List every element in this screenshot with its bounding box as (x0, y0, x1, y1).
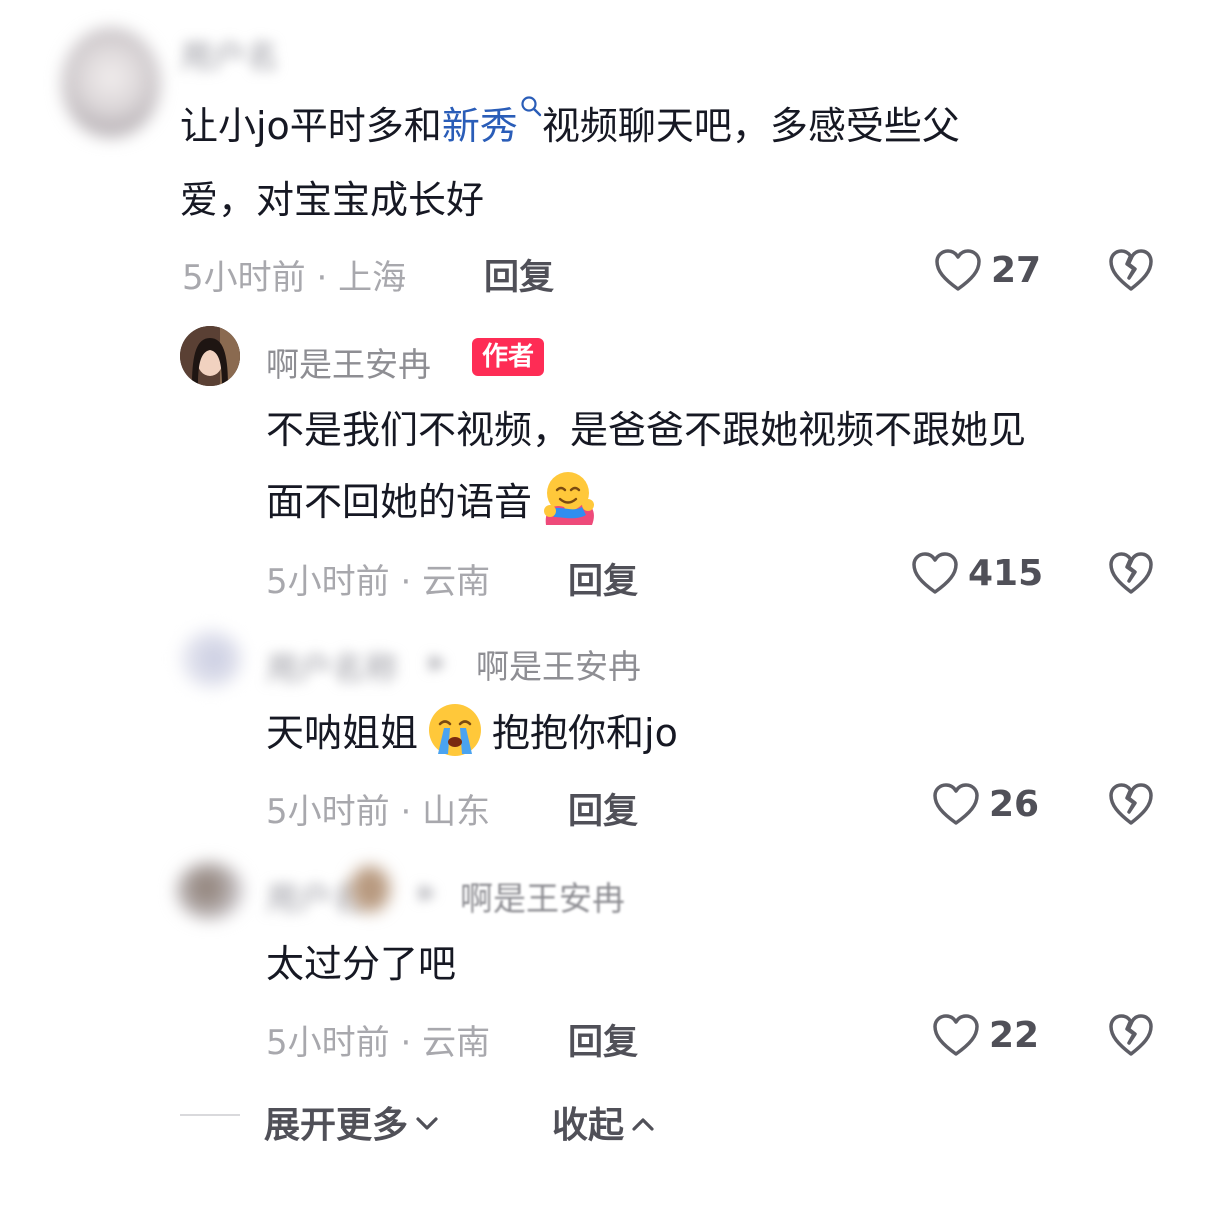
username-emoji-icon (350, 866, 390, 912)
comment-text-segment: 视频聊天吧，多感受些父 (541, 104, 960, 148)
like-count: 27 (991, 250, 1042, 291)
comment-text-segment: 抱抱你和jo (492, 711, 678, 755)
comment-text-line2: 面不回她的语音 (266, 466, 600, 550)
comment-text: 天呐姐姐 抱抱你和jo (266, 697, 678, 781)
comment-location: 山东 (422, 792, 491, 832)
comment-text: 让小jo平时多和新秀 视频聊天吧，多感受些父 (180, 90, 960, 162)
like-count: 22 (989, 1015, 1040, 1056)
comment-location: 云南 (422, 1023, 491, 1063)
reply-button[interactable]: 回复 (568, 553, 638, 604)
comment-location: 云南 (422, 562, 491, 602)
reply-button[interactable]: 回复 (484, 249, 554, 300)
chevron-down-icon (414, 1115, 440, 1133)
meta-separator: · (400, 792, 412, 832)
collapse-label[interactable]: 收起 (552, 1105, 624, 1146)
comment-meta: 5小时前 · 云南 (266, 1015, 490, 1064)
comment-time: 5小时前 (266, 1023, 390, 1063)
comment-username[interactable]: 用户名称 (266, 642, 398, 690)
reply-to-username[interactable]: 啊是王安冉 (460, 872, 625, 920)
reply-button[interactable]: 回复 (568, 783, 638, 834)
chevron-up-icon (630, 1115, 656, 1133)
hug-emoji-icon (538, 469, 600, 550)
heart-outline-icon[interactable] (932, 782, 980, 826)
broken-heart-icon[interactable] (1108, 551, 1154, 595)
comment-time: 5小时前 (182, 258, 306, 298)
broken-heart-icon[interactable] (1108, 1013, 1154, 1057)
search-link-text[interactable]: 新秀 (442, 104, 518, 148)
avatar[interactable] (62, 28, 160, 138)
comment-meta: 5小时前 · 山东 (266, 784, 490, 833)
reply-arrow-icon: ▸ (430, 644, 446, 679)
collapse-button[interactable]: 收起 (552, 1096, 656, 1148)
divider (180, 1114, 240, 1116)
like-count: 26 (989, 784, 1040, 825)
reply-button[interactable]: 回复 (568, 1014, 638, 1065)
comment-text-segment: 让小jo平时多和 (180, 104, 442, 148)
author-avatar[interactable] (180, 326, 240, 386)
comment-text: 不是我们不视频，是爸爸不跟她视频不跟她见 (266, 408, 1027, 452)
comment-text-segment: 面不回她的语音 (266, 480, 533, 524)
heart-outline-icon[interactable] (932, 1013, 980, 1057)
like-count: 415 (968, 553, 1044, 594)
broken-heart-icon[interactable] (1108, 782, 1154, 826)
comment-text-line2: 爱，对宝宝成长好 (180, 178, 485, 222)
search-icon (520, 95, 542, 117)
meta-separator: · (400, 1023, 412, 1063)
reply-arrow-icon: ▸ (420, 874, 436, 909)
expand-more-label[interactable]: 展开更多 (264, 1105, 408, 1146)
comment-text-segment: 天呐姐姐 (266, 711, 419, 755)
comment-time: 5小时前 (266, 562, 390, 602)
comment-time: 5小时前 (266, 792, 390, 832)
comment-username[interactable]: 用户名 (180, 30, 279, 78)
meta-separator: · (400, 562, 412, 602)
comment-meta: 5小时前 · 云南 (266, 554, 490, 603)
broken-heart-icon[interactable] (1108, 248, 1154, 292)
comment-username[interactable]: 啊是王安冉 (266, 338, 431, 386)
avatar[interactable] (176, 862, 244, 920)
expand-more-button[interactable]: 展开更多 (264, 1096, 440, 1148)
heart-outline-icon[interactable] (911, 551, 959, 595)
author-badge: 作者 (472, 338, 545, 376)
avatar[interactable] (180, 630, 242, 688)
reply-to-username[interactable]: 啊是王安冉 (476, 640, 641, 688)
meta-separator: · (316, 258, 328, 298)
crying-emoji-icon (424, 700, 486, 781)
heart-outline-icon[interactable] (934, 248, 982, 292)
comment-meta: 5小时前 · 上海 (182, 250, 406, 299)
search-link[interactable]: 新秀 (442, 96, 542, 148)
comment-location: 上海 (338, 258, 407, 298)
comment-text: 太过分了吧 (266, 942, 457, 986)
